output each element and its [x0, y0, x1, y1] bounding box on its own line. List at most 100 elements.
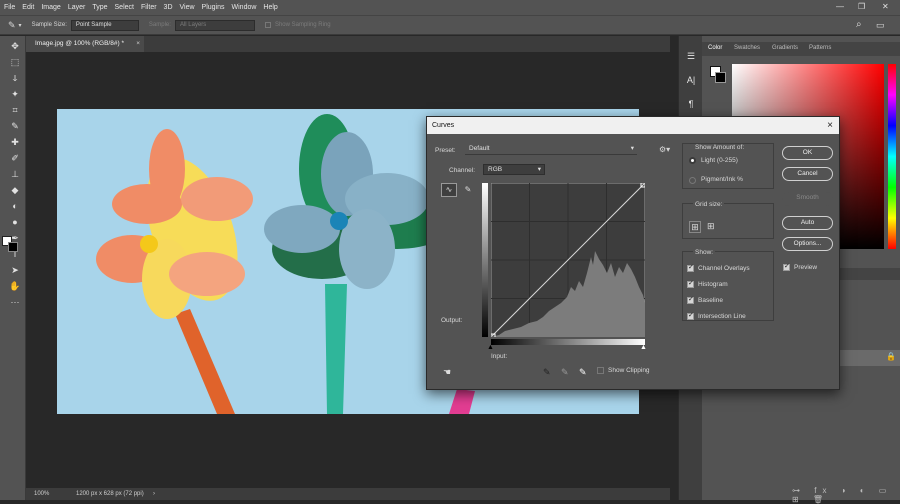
ok-button[interactable]: OK — [782, 146, 833, 160]
smooth-button: Smooth — [782, 192, 833, 206]
intersection-line-checkbox[interactable] — [687, 311, 694, 320]
edit-points-curve-icon[interactable]: ∿ — [441, 183, 457, 197]
eyedropper-tool-icon[interactable]: ✎ — [9, 120, 21, 132]
tab-color[interactable]: Color — [708, 45, 722, 51]
layers-footer: ⊶ fx ◑ ◐ ▭ ⊞ 🗑 — [792, 486, 893, 504]
channel-overlays-checkbox[interactable] — [687, 263, 694, 272]
close-dialog-icon[interactable]: × — [827, 117, 833, 134]
clone-stamp-tool-icon[interactable]: ⊥ — [9, 168, 21, 180]
channel-select[interactable]: RGB ▾ — [483, 164, 545, 175]
zoom-level[interactable]: 100% — [34, 488, 49, 500]
marquee-tool-icon[interactable]: ⬚ — [9, 56, 21, 68]
magic-wand-tool-icon[interactable]: ✦ — [9, 88, 21, 100]
crop-tool-icon[interactable]: ⌗ — [9, 104, 21, 116]
lasso-tool-icon[interactable]: ↆ — [9, 72, 21, 84]
options-bar: ✎ ▾ Sample Size: Point Sample Sample: Al… — [0, 15, 900, 35]
tab-gradients[interactable]: Gradients — [772, 45, 798, 51]
layer-lock-icon[interactable]: 🔒 — [886, 352, 896, 361]
document-info[interactable]: 1200 px x 628 px (72 ppi) — [76, 488, 144, 500]
targeted-adjustment-icon[interactable]: ☚ — [443, 367, 451, 378]
search-icon[interactable]: ⌕ — [856, 19, 862, 30]
tab-swatches[interactable]: Swatches — [734, 45, 760, 51]
close-window-icon[interactable]: ✕ — [882, 2, 889, 11]
options-button[interactable]: Options... — [782, 237, 833, 251]
panel-background-swatch[interactable] — [715, 72, 726, 83]
auto-button[interactable]: Auto — [782, 216, 833, 230]
status-chevron-icon[interactable]: › — [153, 488, 155, 500]
workspace-icon[interactable]: ▭ — [876, 20, 885, 31]
hue-slider[interactable] — [888, 64, 896, 249]
input-gradient-bar — [491, 339, 645, 345]
blur-tool-icon[interactable]: ● — [9, 216, 21, 228]
output-gradient-bar — [482, 183, 488, 337]
menu-filter[interactable]: Filter — [141, 4, 157, 11]
sample-select[interactable]: All Layers — [174, 19, 255, 31]
menu-help[interactable]: Help — [263, 4, 277, 11]
histogram-checkbox[interactable] — [687, 279, 694, 288]
preset-options-gear-icon[interactable]: ⚙▾ — [659, 145, 670, 154]
preset-value: Default — [469, 145, 490, 152]
menu-file[interactable]: File — [4, 4, 15, 11]
curves-graph[interactable] — [490, 182, 646, 339]
path-selection-tool-icon[interactable]: ➤ — [9, 264, 21, 276]
move-tool-icon[interactable]: ✥ — [9, 40, 21, 52]
sample-size-select[interactable]: Point Sample — [70, 19, 139, 31]
baseline-checkbox[interactable] — [687, 295, 694, 304]
sample-value: All Layers — [179, 21, 207, 28]
menu-plugins[interactable]: Plugins — [202, 4, 225, 11]
tool-preset-chevron-icon[interactable]: ▾ — [19, 22, 22, 29]
curves-graph-svg — [490, 182, 646, 339]
sample-size-label: Sample Size: — [31, 22, 67, 28]
document-tab[interactable]: Image.jpg @ 100% (RGB/8#) * × — [26, 36, 144, 52]
show-sampling-ring-checkbox[interactable] — [264, 22, 271, 28]
background-color-swatch[interactable] — [8, 242, 18, 252]
preset-select[interactable]: Default ▾ — [465, 144, 637, 155]
menu-select[interactable]: Select — [115, 4, 134, 11]
more-tools-icon[interactable]: ··· — [9, 296, 21, 308]
show-clipping-label: Show Clipping — [608, 367, 650, 374]
menu-type[interactable]: Type — [92, 4, 107, 11]
output-label: Output: — [441, 317, 463, 324]
brush-tool-icon[interactable]: ✐ — [9, 152, 21, 164]
restore-icon[interactable]: ❐ — [858, 2, 865, 11]
pigment-radio[interactable] — [689, 177, 696, 184]
menu-edit[interactable]: Edit — [22, 4, 34, 11]
preview-label: Preview — [794, 264, 818, 271]
document-tab-bar: Image.jpg @ 100% (RGB/8#) * × — [26, 36, 670, 52]
channel-chevron-icon: ▾ — [537, 166, 541, 173]
cancel-button[interactable]: Cancel — [782, 167, 833, 181]
baseline-label: Baseline — [698, 297, 723, 304]
menu-image[interactable]: Image — [41, 4, 60, 11]
history-panel-icon[interactable]: ☰ — [685, 50, 697, 62]
document-tab-title: Image.jpg @ 100% (RGB/8#) * — [35, 40, 124, 47]
paragraph-panel-icon[interactable]: ¶ — [685, 98, 697, 110]
black-point-eyedropper-icon[interactable]: ✎ — [543, 367, 551, 378]
preview-checkbox[interactable] — [783, 262, 790, 271]
menu-layer[interactable]: Layer — [68, 4, 86, 11]
draw-pencil-icon[interactable]: ✎ — [461, 183, 475, 197]
show-sampling-ring-label: Show Sampling Ring — [274, 22, 331, 28]
channel-overlays-label: Channel Overlays — [698, 265, 750, 272]
black-input-slider-icon[interactable]: ▲ — [487, 344, 494, 351]
eyedropper-tool-icon[interactable]: ✎ — [8, 20, 16, 31]
menu-3d[interactable]: 3D — [164, 4, 173, 11]
show-clipping-checkbox[interactable] — [597, 367, 604, 374]
light-radio[interactable] — [689, 157, 696, 164]
color-panel-tabs: Color Swatches Gradients Patterns — [702, 42, 900, 56]
minimize-icon[interactable]: — — [836, 2, 844, 11]
healing-brush-tool-icon[interactable]: ✚ — [9, 136, 21, 148]
status-bar: 100% 1200 px x 628 px (72 ppi) › — [26, 488, 670, 500]
white-point-eyedropper-icon[interactable]: ✎ — [579, 367, 587, 378]
gray-point-eyedropper-icon[interactable]: ✎ — [561, 367, 569, 378]
character-panel-icon[interactable]: A| — [685, 74, 697, 86]
white-input-slider-icon[interactable]: ▲ — [640, 344, 647, 351]
detailed-grid-icon[interactable]: ⊞ — [707, 221, 715, 231]
tab-patterns[interactable]: Patterns — [809, 45, 831, 51]
eraser-tool-icon[interactable]: ◆ — [9, 184, 21, 196]
hand-tool-icon[interactable]: ✋ — [9, 280, 21, 292]
simple-grid-icon[interactable]: ⊞ — [689, 221, 701, 233]
gradient-tool-icon[interactable]: ◐ — [9, 200, 21, 212]
close-document-icon[interactable]: × — [136, 36, 140, 52]
menu-view[interactable]: View — [180, 4, 195, 11]
menu-window[interactable]: Window — [232, 4, 257, 11]
